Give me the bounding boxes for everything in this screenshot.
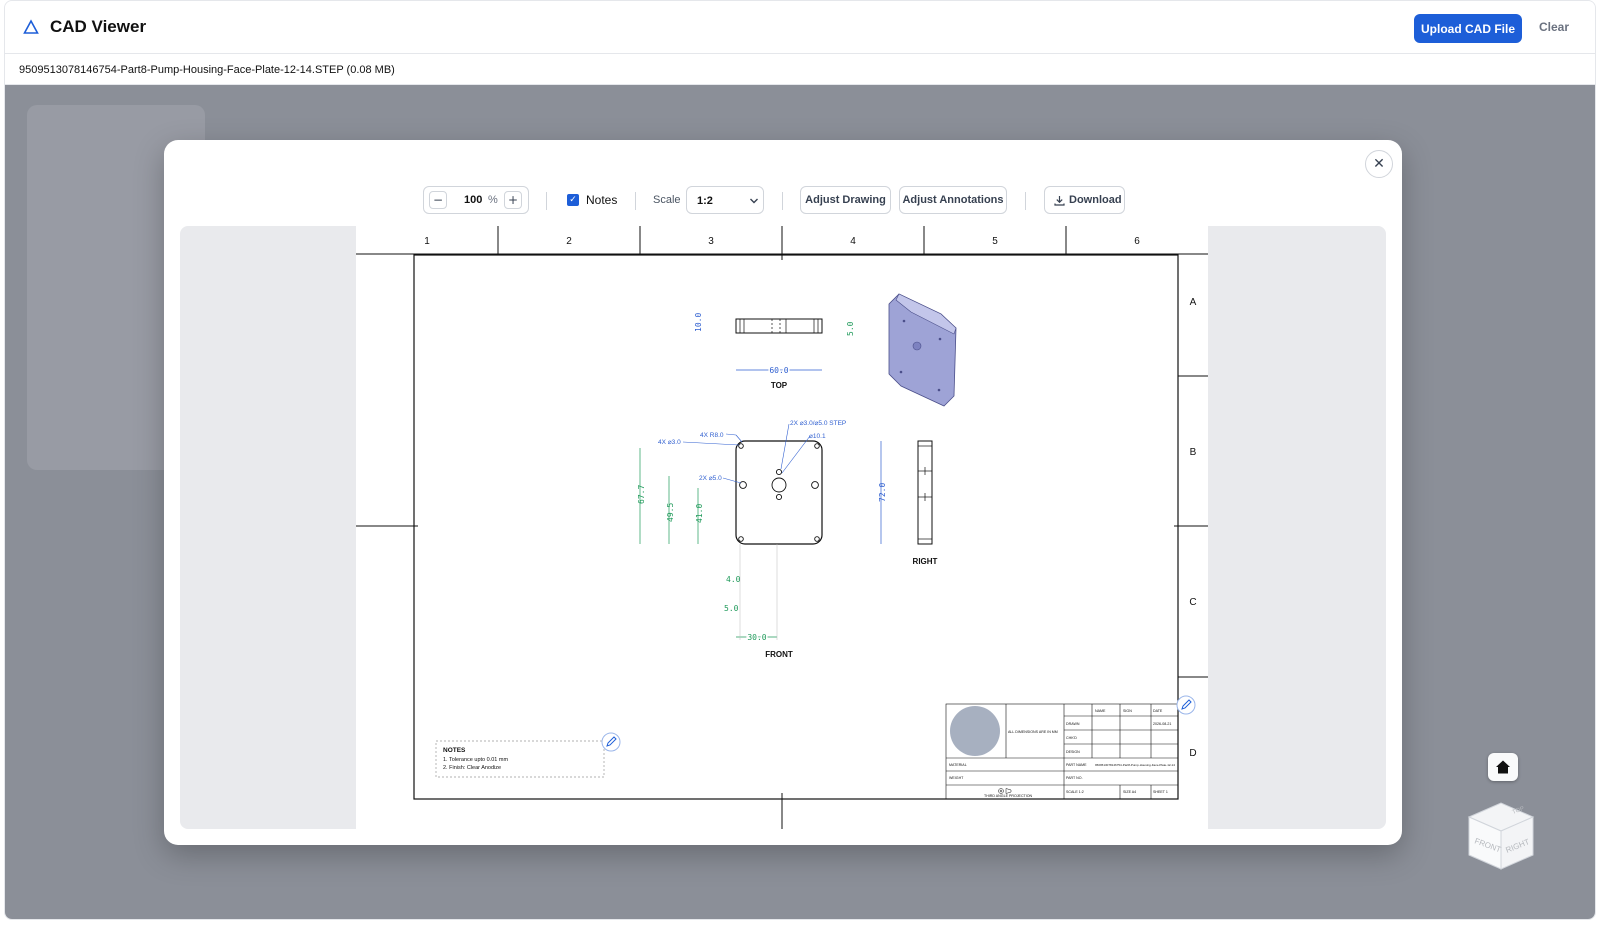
scale-field: SCALE 1:2 [1066,790,1084,794]
material-label: MATERIAL [949,763,967,767]
notes-line: 2. Finish: Clear Anodize [443,765,501,771]
toolbar-divider [1025,192,1026,210]
download-button[interactable]: Download [1044,186,1125,214]
drawing-sheet: 1 2 3 4 5 6 A B C D 10.0 5.0 60.0 TOP 4X… [356,226,1208,829]
app-title: CAD Viewer [50,17,147,36]
zone-column-label: 1 [424,236,430,247]
toolbar-divider [546,192,547,210]
size-field: SIZE A4 [1123,790,1136,794]
home-view-button[interactable] [1488,753,1518,781]
callout-mid-holes[interactable]: 2X ⌀5.0 [699,475,722,482]
callout-center-bore[interactable]: ⌀10.1 [809,433,826,440]
drawing-modal: ✕ − 100 % + ✓ Notes Scale 1:2 Adjust Dra… [164,140,1402,845]
zoom-value[interactable]: 100 [464,194,482,206]
drawn-label: DRAWN [1066,722,1080,726]
dim-front-height-2[interactable]: 49.5 [666,503,675,522]
edit-notes-button[interactable] [601,732,621,752]
drawing-toolbar: − 100 % + ✓ Notes Scale 1:2 Adjust Drawi… [164,186,1402,216]
notes-checkbox[interactable]: ✓ [567,194,579,206]
zoom-in-button[interactable]: + [504,191,522,209]
file-name: 9509513078146754-Part8-Pump-Housing-Face… [19,64,395,76]
projection-label: THIRD ANGLE PROJECTION [984,794,1033,798]
callout-holes[interactable]: 4X ⌀3.0 [658,439,681,446]
front-view-label: FRONT [765,650,793,659]
part-name: 9509513078146754-Part8-Pump-Housing-Face… [1095,763,1175,767]
clear-button[interactable]: Clear [1539,20,1569,34]
close-icon: ✕ [1373,156,1385,172]
zoom-unit: % [488,194,498,206]
weight-label: WEIGHT [949,776,964,780]
zone-column-label: 6 [1134,236,1140,247]
dim-front-height-3[interactable]: 41.0 [695,504,704,523]
zone-column-label: 5 [992,236,998,247]
chevron-down-icon [750,198,758,204]
drawing-frame [413,254,1179,800]
zone-column-label: 3 [708,236,714,247]
dim-top-height[interactable]: 10.0 [694,313,703,332]
upload-cad-file-button[interactable]: Upload CAD File [1414,14,1522,43]
top-view-label: TOP [771,381,788,390]
scale-value: 1:2 [697,195,713,207]
zoom-control: − 100 % + [423,186,529,214]
title-header: SIGN [1123,709,1132,713]
zoom-out-button[interactable]: − [429,191,447,209]
zone-column-label: 4 [850,236,856,247]
view-cube[interactable]: TOP FRONT RIGHT [1465,799,1537,871]
triangle-logo-icon [23,19,39,34]
dim-right-height[interactable]: 72.0 [878,483,887,502]
part-number-label: PART NO. [1066,776,1083,780]
isometric-view [888,293,957,407]
download-label: Download [1069,194,1122,206]
sheet-field: SHEET 1 [1153,790,1168,794]
checked-label: CHK'D [1066,736,1077,740]
right-view-label: RIGHT [913,557,938,566]
adjust-drawing-button[interactable]: Adjust Drawing [800,186,891,214]
scale-label: Scale [653,194,681,206]
part-name-label: PART NAME [1066,763,1087,767]
zone-row-label: D [1189,748,1196,759]
scale-select[interactable]: 1:2 [686,186,764,214]
notes-title: NOTES [443,747,466,754]
dim-front-offset-3[interactable]: 30.0 [746,632,768,644]
download-icon [1054,196,1065,206]
dim-front-offset-1[interactable]: 4.0 [726,575,741,584]
home-icon [1496,760,1510,774]
zone-row-label: B [1190,447,1197,458]
zone-row-label: A [1190,297,1197,308]
dim-front-offset-2[interactable]: 5.0 [724,604,739,613]
right-view: 72.0 RIGHT [878,440,938,566]
design-label: DESIGN [1066,750,1080,754]
notes-label[interactable]: Notes [586,193,617,207]
adjust-annotations-button[interactable]: Adjust Annotations [899,186,1007,214]
close-modal-button[interactable]: ✕ [1365,150,1393,178]
toolbar-divider [782,192,783,210]
callout-radius[interactable]: 4X R8.0 [700,432,724,439]
dim-top-thickness[interactable]: 5.0 [846,321,855,336]
file-info-bar: 9509513078146754-Part8-Pump-Housing-Face… [5,54,1595,85]
company-logo-placeholder [950,706,1000,756]
top-bar: CAD Viewer Upload CAD File Clear [5,1,1595,54]
drawing-canvas[interactable]: 1 2 3 4 5 6 A B C D 10.0 5.0 60.0 TOP 4X… [180,226,1386,829]
edit-title-block-button[interactable] [1176,695,1196,715]
title-header: NAME [1095,709,1106,713]
callout-step[interactable]: 2X ⌀3.0/⌀5.0 STEP [790,420,846,427]
projection-symbol-icon [998,788,1012,794]
toolbar-divider [635,192,636,210]
zone-column-label: 2 [566,236,572,247]
general-note: ALL DIMENSIONS ARE IN MM [1008,730,1058,734]
title-header: DATE [1153,709,1163,713]
drawn-date: 2026-08-21 [1153,722,1171,726]
notes-line: 1. Tolerance upto 0.01 mm [443,757,508,763]
notes-box[interactable]: NOTES 1. Tolerance upto 0.01 mm 2. Finis… [435,740,605,778]
dim-top-width[interactable]: 60.0 [768,365,790,377]
front-view: 4X ⌀3.0 4X R8.0 2X ⌀3.0/⌀5.0 STEP ⌀10.1 … [637,420,846,659]
zone-row-label: C [1189,597,1196,608]
dim-front-height-1[interactable]: 67.7 [637,485,646,504]
top-view: 10.0 5.0 60.0 TOP [694,313,855,390]
